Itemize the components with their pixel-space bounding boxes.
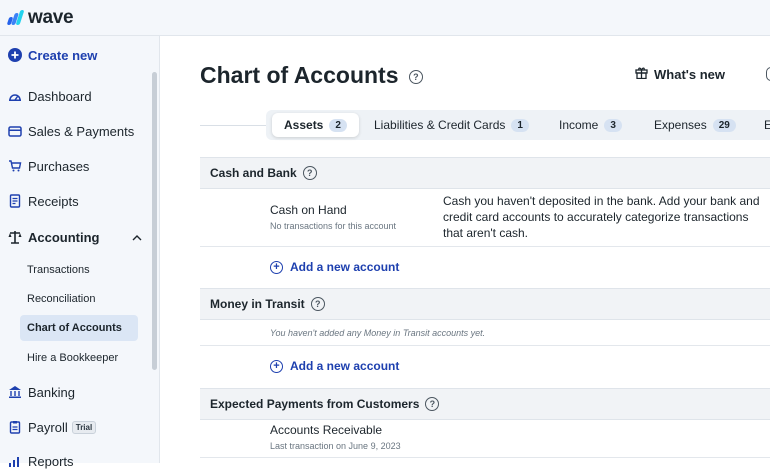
- sidebar-item-label: Receipts: [28, 193, 79, 209]
- tab-income[interactable]: Income 3: [553, 113, 628, 137]
- account-description: Cash you haven't deposited in the bank. …: [443, 194, 760, 240]
- sidebar-subitem-transactions[interactable]: Transactions: [20, 257, 138, 283]
- empty-state-note: You haven't added any Money in Transit a…: [270, 328, 486, 338]
- main-content: Chart of Accounts ? What's new Assets 2 …: [160, 36, 770, 463]
- create-new-button[interactable]: Create new: [8, 43, 97, 67]
- sidebar-item-sales-payments[interactable]: Sales & Payments: [8, 119, 134, 143]
- account-name[interactable]: Accounts Receivable: [270, 423, 382, 437]
- tab-expenses[interactable]: Expenses 29: [648, 113, 742, 137]
- tab-label: Liabilities & Credit Cards: [374, 118, 506, 132]
- sidebar-item-label: Purchases: [28, 158, 90, 174]
- section-title: Money in Transit: [210, 297, 305, 311]
- account-name[interactable]: Cash on Hand: [270, 203, 347, 217]
- card-icon: [8, 124, 22, 138]
- help-icon[interactable]: ?: [302, 166, 317, 180]
- cart-icon: [8, 159, 22, 173]
- plus-circle-icon: +: [270, 260, 283, 274]
- row-divider: [200, 457, 770, 458]
- tab-liabilities-credit-cards[interactable]: Liabilities & Credit Cards 1: [368, 113, 535, 137]
- account-status: Last transaction on June 9, 2023: [270, 441, 401, 451]
- bank-icon: [8, 385, 22, 399]
- row-divider: [200, 246, 770, 247]
- tab-label: E: [764, 118, 770, 132]
- sidebar-item-reports[interactable]: Reports: [8, 449, 74, 473]
- tab-overflow[interactable]: E: [758, 113, 770, 137]
- row-divider: [200, 345, 770, 346]
- gift-icon: [635, 66, 648, 82]
- sidebar-item-label: Sales & Payments: [28, 123, 135, 139]
- sidebar-item-label: Banking: [28, 384, 75, 400]
- tab-assets[interactable]: Assets 2: [272, 113, 359, 137]
- chevron-up-icon[interactable]: [132, 230, 142, 245]
- sidebar-item-label: Dashboard: [28, 88, 92, 104]
- top-bar: wave: [0, 0, 770, 36]
- plus-circle-icon: [8, 48, 22, 62]
- tab-count-badge: 3: [604, 118, 622, 132]
- sidebar-item-label: Payroll: [28, 419, 68, 435]
- tab-label: Expenses: [654, 118, 707, 132]
- sidebar-item-purchases[interactable]: Purchases: [8, 154, 89, 178]
- receipt-icon: [8, 194, 22, 208]
- clipboard-icon: [8, 420, 22, 434]
- plus-circle-icon: +: [270, 359, 283, 373]
- sidebar-item-banking[interactable]: Banking: [8, 380, 75, 404]
- create-new-label: Create new: [28, 47, 98, 63]
- tab-label: Income: [559, 118, 599, 132]
- page-title-text: Chart of Accounts: [200, 62, 399, 88]
- help-icon[interactable]: ?: [408, 69, 423, 84]
- whats-new-button[interactable]: What's new: [635, 66, 725, 82]
- sidebar-subitem-chart-of-accounts[interactable]: Chart of Accounts: [20, 315, 138, 341]
- add-account-button[interactable]: + Add a new account: [270, 359, 399, 373]
- sidebar-subitem-reconciliation[interactable]: Reconciliation: [20, 286, 138, 312]
- tab-label: Assets: [284, 118, 324, 132]
- section-header-money-in-transit: Money in Transit ?: [200, 288, 770, 320]
- help-icon[interactable]: ?: [425, 397, 440, 411]
- sidebar-item-label: Reports: [28, 453, 74, 469]
- wave-logo-icon[interactable]: [6, 10, 25, 25]
- dashboard-icon: [8, 89, 22, 103]
- account-status: No transactions for this account: [270, 221, 397, 231]
- add-account-label: Add a new account: [290, 359, 400, 373]
- whats-new-label: What's new: [654, 66, 725, 82]
- toggle-icon[interactable]: [766, 67, 770, 81]
- help-icon[interactable]: ?: [310, 297, 325, 311]
- sidebar-item-label: Accounting: [28, 229, 100, 245]
- tab-count-badge: 2: [329, 118, 347, 132]
- sidebar-item-dashboard[interactable]: Dashboard: [8, 84, 92, 108]
- sidebar-subitem-hire-bookkeeper[interactable]: Hire a Bookkeeper: [20, 345, 138, 371]
- sidebar-scrollbar[interactable]: [152, 72, 157, 370]
- sidebar-item-payroll[interactable]: Payroll Trial: [8, 415, 97, 439]
- section-header-expected-payments: Expected Payments from Customers ?: [200, 388, 770, 420]
- page-title: Chart of Accounts ?: [200, 62, 423, 89]
- section-title: Expected Payments from Customers: [210, 397, 420, 411]
- chart-icon: [8, 454, 22, 468]
- section-title: Cash and Bank: [210, 166, 297, 180]
- app-logo-text[interactable]: wave: [28, 7, 74, 29]
- tab-count-badge: 1: [511, 118, 529, 132]
- add-account-label: Add a new account: [290, 260, 400, 274]
- add-account-button[interactable]: + Add a new account: [270, 260, 399, 274]
- section-header-cash-bank: Cash and Bank ?: [200, 157, 770, 189]
- scale-icon: [8, 230, 22, 244]
- sidebar-item-accounting[interactable]: Accounting: [8, 225, 148, 249]
- sidebar-item-receipts[interactable]: Receipts: [8, 189, 79, 213]
- trial-badge: Trial: [71, 420, 97, 434]
- tab-count-badge: 29: [712, 118, 736, 132]
